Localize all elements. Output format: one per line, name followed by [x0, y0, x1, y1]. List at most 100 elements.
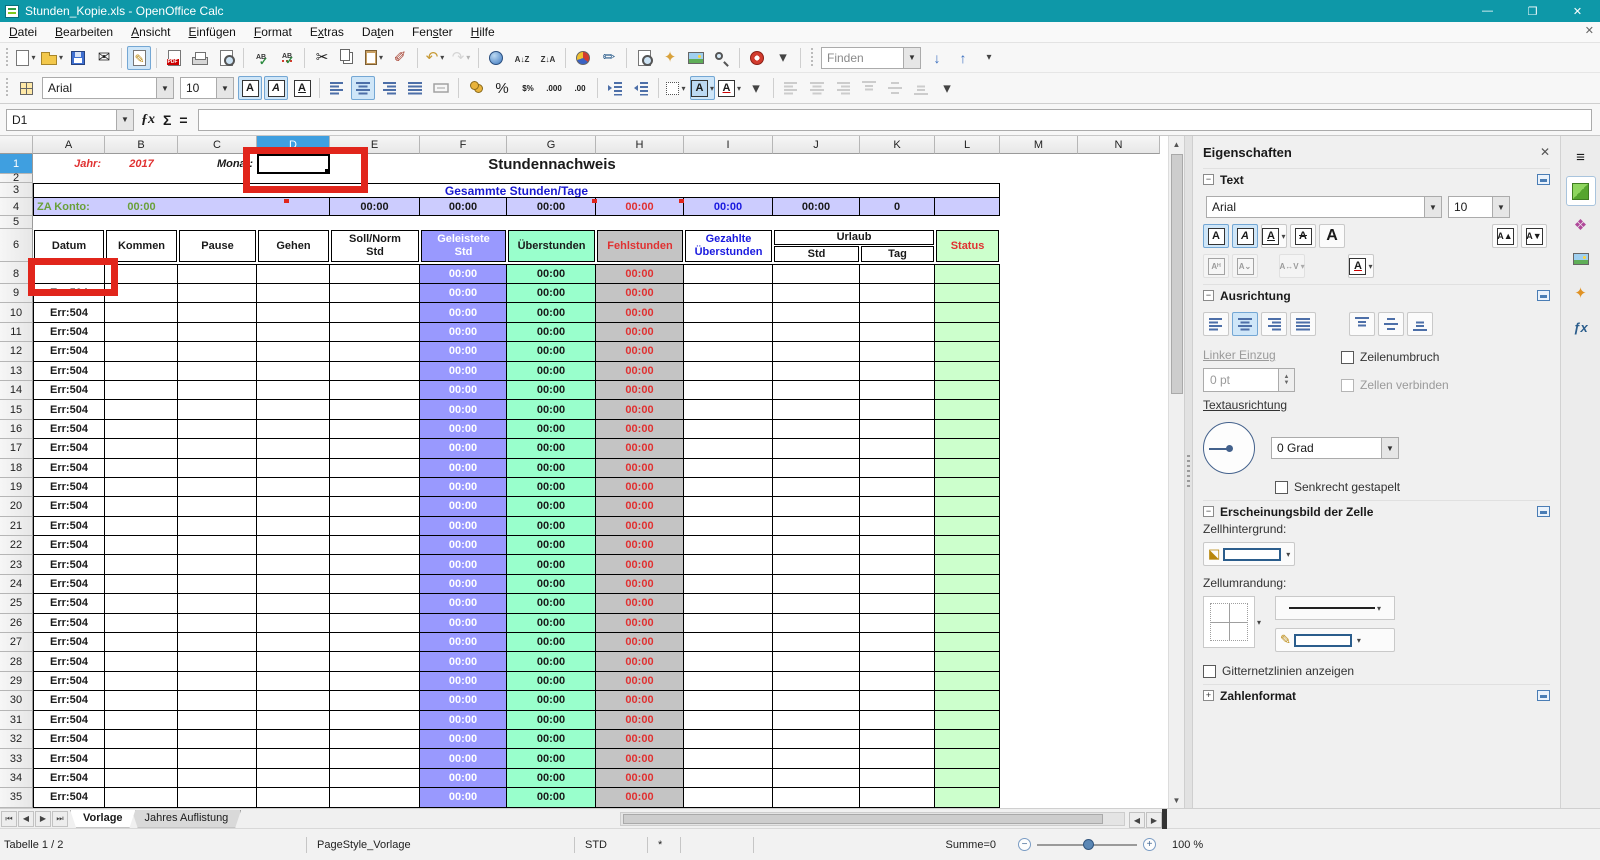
cell-A[interactable]: Err:504 [33, 284, 105, 303]
cell-F[interactable]: 00:00 [420, 497, 507, 516]
toolbar-overflow-button[interactable]: ▾ [977, 46, 1001, 70]
cell-L[interactable] [935, 459, 1000, 478]
column-header-m[interactable]: M [1000, 136, 1078, 154]
header-fehlstunden[interactable]: Fehlstunden [597, 230, 683, 262]
cell-N[interactable] [1078, 400, 1160, 419]
cell-J[interactable]: 00:00 [773, 198, 860, 216]
cell-I[interactable] [684, 594, 773, 613]
cell-E[interactable] [330, 478, 420, 497]
cell-K[interactable] [860, 323, 935, 342]
cell-M[interactable] [1000, 594, 1078, 613]
cell-E[interactable] [330, 769, 420, 788]
cell-I[interactable] [684, 517, 773, 536]
sidebar-font-size-combo[interactable]: 10 ▼ [1448, 196, 1510, 218]
cell-N[interactable] [1078, 555, 1160, 574]
cell-G[interactable]: 00:00 [507, 788, 596, 807]
next-sheet-icon[interactable]: ▶ [35, 811, 51, 827]
header-ueberstunden[interactable]: Überstunden [508, 230, 595, 262]
cell-L[interactable] [935, 323, 1000, 342]
cell-E[interactable]: 00:00 [330, 198, 420, 216]
cell-N[interactable] [1078, 342, 1160, 361]
cell-M[interactable] [1000, 420, 1078, 439]
cell-D[interactable] [257, 769, 330, 788]
cell-E[interactable] [330, 575, 420, 594]
cell-G[interactable]: 00:00 [507, 420, 596, 439]
cell-D[interactable] [257, 730, 330, 749]
zoom-button[interactable] [710, 46, 734, 70]
cell-H[interactable]: 00:00 [596, 788, 684, 807]
row-header-17[interactable]: 17 [0, 439, 33, 458]
cell-G[interactable]: 00:00 [507, 478, 596, 497]
row-header-10[interactable]: 10 [0, 303, 33, 322]
header-gehen[interactable]: Gehen [258, 230, 329, 262]
cell-I[interactable] [684, 652, 773, 671]
cell-B[interactable] [105, 691, 178, 710]
cell-J[interactable] [773, 555, 860, 574]
row-header-32[interactable]: 32 [0, 730, 33, 749]
chevron-down-icon[interactable]: ▼ [1381, 438, 1398, 458]
cell-H[interactable]: 00:00 [596, 672, 684, 691]
cell-A[interactable]: Err:504 [33, 362, 105, 381]
column-header-j[interactable]: J [773, 136, 860, 154]
vertically-stacked-checkbox[interactable] [1275, 481, 1288, 494]
cell-B[interactable] [105, 284, 178, 303]
collapse-icon[interactable]: − [1203, 174, 1214, 185]
cell-J[interactable] [773, 342, 860, 361]
cell-F[interactable]: 00:00 [420, 594, 507, 613]
cell-E[interactable] [330, 594, 420, 613]
first-sheet-icon[interactable]: ⏮ [1, 811, 17, 827]
superscript-button[interactable]: Aᴴ [1203, 254, 1229, 278]
cell-M[interactable] [1000, 769, 1078, 788]
cell-E[interactable] [330, 555, 420, 574]
cell-K[interactable] [860, 652, 935, 671]
cell-D[interactable] [257, 381, 330, 400]
insert-mode[interactable]: STD [581, 839, 641, 851]
cell-K[interactable]: 0 [860, 198, 935, 216]
cell-H[interactable]: 00:00 [596, 478, 684, 497]
cell-I[interactable] [684, 323, 773, 342]
cell-F[interactable]: 00:00 [420, 749, 507, 768]
cut-button[interactable]: ✂ [310, 46, 334, 70]
cell-C[interactable] [178, 614, 257, 633]
gallery-button[interactable] [684, 46, 708, 70]
zoom-in-icon[interactable]: + [1143, 838, 1156, 851]
header-geleistete-std[interactable]: Geleistete Std [421, 230, 506, 262]
cell-A[interactable]: Err:504 [33, 614, 105, 633]
cell-K[interactable] [860, 555, 935, 574]
row-header-25[interactable]: 25 [0, 594, 33, 613]
chevron-down-icon[interactable]: ▾ [1357, 636, 1361, 645]
cell-K[interactable] [860, 730, 935, 749]
cell-D[interactable] [257, 594, 330, 613]
cell-F[interactable]: 00:00 [420, 633, 507, 652]
email-button[interactable]: ✉ [92, 46, 116, 70]
cell-I[interactable] [684, 749, 773, 768]
header-kommen[interactable]: Kommen [106, 230, 177, 262]
cell-C[interactable] [178, 652, 257, 671]
cell-A[interactable]: Err:504 [33, 788, 105, 807]
cell-K[interactable] [860, 575, 935, 594]
cell-C[interactable] [178, 362, 257, 381]
cell-E[interactable] [330, 323, 420, 342]
cell-E[interactable] [330, 459, 420, 478]
cell-B[interactable] [105, 536, 178, 555]
cell-A[interactable]: Jahr: [33, 154, 105, 174]
cell-B[interactable]: 2017 [105, 154, 178, 174]
sheet-tab-jahres-auflistung[interactable]: Jahres Auflistung [132, 810, 242, 828]
cell-F[interactable]: 00:00 [420, 264, 507, 284]
cell-H[interactable]: 00:00 [596, 342, 684, 361]
dialog-launcher-icon[interactable] [1537, 290, 1550, 301]
cell-N[interactable] [1078, 381, 1160, 400]
cell-K[interactable] [860, 536, 935, 555]
cell-C[interactable] [178, 517, 257, 536]
cell-K[interactable] [860, 303, 935, 322]
column-header-i[interactable]: I [684, 136, 773, 154]
row-header-15[interactable]: 15 [0, 400, 33, 419]
cell-J[interactable] [773, 264, 860, 284]
cell-K[interactable] [860, 154, 935, 174]
cell-F[interactable]: 00:00 [420, 730, 507, 749]
redo-button[interactable]: ↷▾ [449, 46, 473, 70]
cell-M[interactable] [1000, 691, 1078, 710]
cell-H[interactable]: 00:00 [596, 652, 684, 671]
menu-einfügen[interactable]: Einfügen [179, 23, 244, 41]
format-paintbrush-button[interactable]: ✐ [388, 46, 412, 70]
